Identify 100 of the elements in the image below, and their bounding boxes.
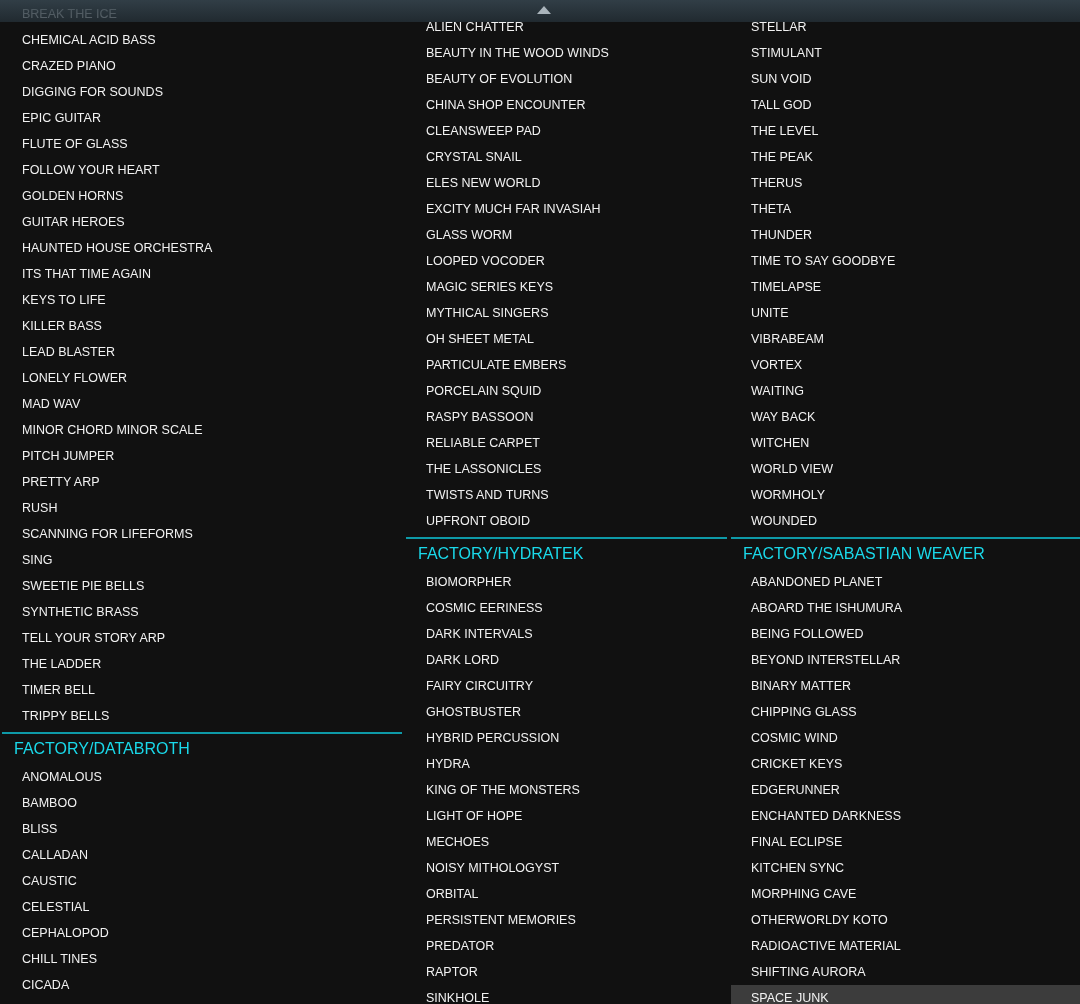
preset-item[interactable]: KEYS TO LIFE bbox=[2, 287, 402, 313]
preset-item[interactable]: HAUNTED HOUSE ORCHESTRA bbox=[2, 235, 402, 261]
preset-item[interactable]: SUN VOID bbox=[731, 66, 1080, 92]
preset-item[interactable]: LOOPED VOCODER bbox=[406, 248, 727, 274]
preset-item[interactable]: THE LASSONICLES bbox=[406, 456, 727, 482]
preset-item[interactable]: DARK LORD bbox=[406, 647, 727, 673]
preset-item[interactable]: CALLADAN bbox=[2, 842, 402, 868]
preset-item[interactable]: MYTHICAL SINGERS bbox=[406, 300, 727, 326]
preset-item[interactable]: BEAUTY OF EVOLUTION bbox=[406, 66, 727, 92]
preset-item[interactable]: CRYSTAL SNAIL bbox=[406, 144, 727, 170]
preset-item[interactable]: TIMER BELL bbox=[2, 677, 402, 703]
preset-item[interactable]: PRETTY ARP bbox=[2, 469, 402, 495]
preset-item[interactable]: GHOSTBUSTER bbox=[406, 699, 727, 725]
preset-item[interactable]: PORCELAIN SQUID bbox=[406, 378, 727, 404]
preset-item[interactable]: ALIEN CHATTER bbox=[406, 14, 727, 40]
preset-item[interactable]: MORPHING CAVE bbox=[731, 881, 1080, 907]
preset-item[interactable]: BEING FOLLOWED bbox=[731, 621, 1080, 647]
preset-item[interactable]: ENCHANTED DARKNESS bbox=[731, 803, 1080, 829]
preset-item[interactable]: SYNTHETIC BRASS bbox=[2, 599, 402, 625]
preset-item[interactable]: SHIFTING AURORA bbox=[731, 959, 1080, 985]
preset-item[interactable]: VIBRABEAM bbox=[731, 326, 1080, 352]
preset-item[interactable]: CRAZED PIANO bbox=[2, 53, 402, 79]
preset-item[interactable]: WORMHOLY bbox=[731, 482, 1080, 508]
preset-item[interactable]: THE PEAK bbox=[731, 144, 1080, 170]
preset-item[interactable]: BAMBOO bbox=[2, 790, 402, 816]
preset-item[interactable]: ORBITAL bbox=[406, 881, 727, 907]
preset-item[interactable]: THETA bbox=[731, 196, 1080, 222]
preset-item[interactable]: BEAUTY IN THE WOOD WINDS bbox=[406, 40, 727, 66]
preset-item[interactable]: RELIABLE CARPET bbox=[406, 430, 727, 456]
preset-item[interactable]: BLISS bbox=[2, 816, 402, 842]
preset-item[interactable]: COSMIC WIND bbox=[731, 725, 1080, 751]
preset-item[interactable]: GLASS WORM bbox=[406, 222, 727, 248]
preset-item[interactable]: MAGIC SERIES KEYS bbox=[406, 274, 727, 300]
preset-item[interactable]: EDGERUNNER bbox=[731, 777, 1080, 803]
preset-item[interactable]: FLUTE OF GLASS bbox=[2, 131, 402, 157]
preset-item[interactable]: PITCH JUMPER bbox=[2, 443, 402, 469]
preset-item[interactable]: BIOMORPHER bbox=[406, 569, 727, 595]
preset-item[interactable]: THE LEVEL bbox=[731, 118, 1080, 144]
preset-item[interactable]: LONELY FLOWER bbox=[2, 365, 402, 391]
preset-item[interactable]: BEYOND INTERSTELLAR bbox=[731, 647, 1080, 673]
preset-item[interactable]: RASPY BASSOON bbox=[406, 404, 727, 430]
preset-item[interactable]: MECHOES bbox=[406, 829, 727, 855]
preset-item[interactable]: CAUSTIC bbox=[2, 868, 402, 894]
preset-item[interactable]: CHILL TINES bbox=[2, 946, 402, 972]
preset-item[interactable]: HYBRID PERCUSSION bbox=[406, 725, 727, 751]
preset-item[interactable]: CELESTIAL bbox=[2, 894, 402, 920]
preset-item[interactable]: GUITAR HEROES bbox=[2, 209, 402, 235]
preset-item[interactable]: SING bbox=[2, 547, 402, 573]
preset-item[interactable]: FINAL ECLIPSE bbox=[731, 829, 1080, 855]
preset-item[interactable]: CLEANSWEEP PAD bbox=[406, 118, 727, 144]
preset-item[interactable]: RAPTOR bbox=[406, 959, 727, 985]
preset-item[interactable]: TIMELAPSE bbox=[731, 274, 1080, 300]
preset-item[interactable]: CRICKET KEYS bbox=[731, 751, 1080, 777]
preset-item[interactable]: SPACE JUNK bbox=[731, 985, 1080, 1004]
preset-item[interactable]: GOLDEN HORNS bbox=[2, 183, 402, 209]
preset-item[interactable]: KILLER BASS bbox=[2, 313, 402, 339]
preset-item[interactable]: TRIPPY BELLS bbox=[2, 703, 402, 729]
preset-item[interactable]: PERSISTENT MEMORIES bbox=[406, 907, 727, 933]
preset-item[interactable]: OH SHEET METAL bbox=[406, 326, 727, 352]
preset-item[interactable]: MINOR CHORD MINOR SCALE bbox=[2, 417, 402, 443]
preset-item[interactable]: TWISTS AND TURNS bbox=[406, 482, 727, 508]
preset-item[interactable]: PREDATOR bbox=[406, 933, 727, 959]
preset-item[interactable]: DIGGING FOR SOUNDS bbox=[2, 79, 402, 105]
preset-item[interactable]: TELL YOUR STORY ARP bbox=[2, 625, 402, 651]
preset-item[interactable]: THUNDER bbox=[731, 222, 1080, 248]
preset-item[interactable]: FOLLOW YOUR HEART bbox=[2, 157, 402, 183]
preset-item[interactable]: CHIPPING GLASS bbox=[731, 699, 1080, 725]
preset-item[interactable]: TALL GOD bbox=[731, 92, 1080, 118]
preset-item[interactable]: FAIRY CIRCUITRY bbox=[406, 673, 727, 699]
preset-item[interactable]: MAD WAV bbox=[2, 391, 402, 417]
preset-item[interactable]: ABANDONED PLANET bbox=[731, 569, 1080, 595]
preset-item[interactable]: THERUS bbox=[731, 170, 1080, 196]
preset-item[interactable]: CICADA bbox=[2, 972, 402, 998]
preset-item[interactable]: BINARY MATTER bbox=[731, 673, 1080, 699]
preset-item[interactable]: COSMIC EERINESS bbox=[406, 595, 727, 621]
preset-item[interactable]: WITCHEN bbox=[731, 430, 1080, 456]
scroll-up-bar[interactable] bbox=[0, 0, 1080, 22]
preset-item[interactable]: WAY BACK bbox=[731, 404, 1080, 430]
preset-item[interactable]: CHEMICAL ACID BASS bbox=[2, 27, 402, 53]
preset-item[interactable]: NOISY MITHOLOGYST bbox=[406, 855, 727, 881]
preset-item[interactable]: WAITING bbox=[731, 378, 1080, 404]
preset-item[interactable]: RUSH bbox=[2, 495, 402, 521]
preset-item[interactable]: PARTICULATE EMBERS bbox=[406, 352, 727, 378]
preset-item[interactable]: SWEETIE PIE BELLS bbox=[2, 573, 402, 599]
preset-item[interactable]: UNITE bbox=[731, 300, 1080, 326]
preset-item[interactable]: STIMULANT bbox=[731, 40, 1080, 66]
preset-item[interactable]: WORLD VIEW bbox=[731, 456, 1080, 482]
preset-item[interactable]: HYDRA bbox=[406, 751, 727, 777]
preset-item[interactable]: UPFRONT OBOID bbox=[406, 508, 727, 534]
preset-item[interactable]: EPIC GUITAR bbox=[2, 105, 402, 131]
preset-item[interactable]: THE LADDER bbox=[2, 651, 402, 677]
preset-item[interactable]: ABOARD THE ISHUMURA bbox=[731, 595, 1080, 621]
preset-item[interactable]: STELLAR bbox=[731, 14, 1080, 40]
preset-item[interactable]: VORTEX bbox=[731, 352, 1080, 378]
preset-item[interactable]: KITCHEN SYNC bbox=[731, 855, 1080, 881]
preset-item[interactable]: ANOMALOUS bbox=[2, 764, 402, 790]
preset-item[interactable]: KING OF THE MONSTERS bbox=[406, 777, 727, 803]
preset-item[interactable]: WOUNDED bbox=[731, 508, 1080, 534]
preset-item[interactable]: LIGHT OF HOPE bbox=[406, 803, 727, 829]
preset-item[interactable]: ITS THAT TIME AGAIN bbox=[2, 261, 402, 287]
